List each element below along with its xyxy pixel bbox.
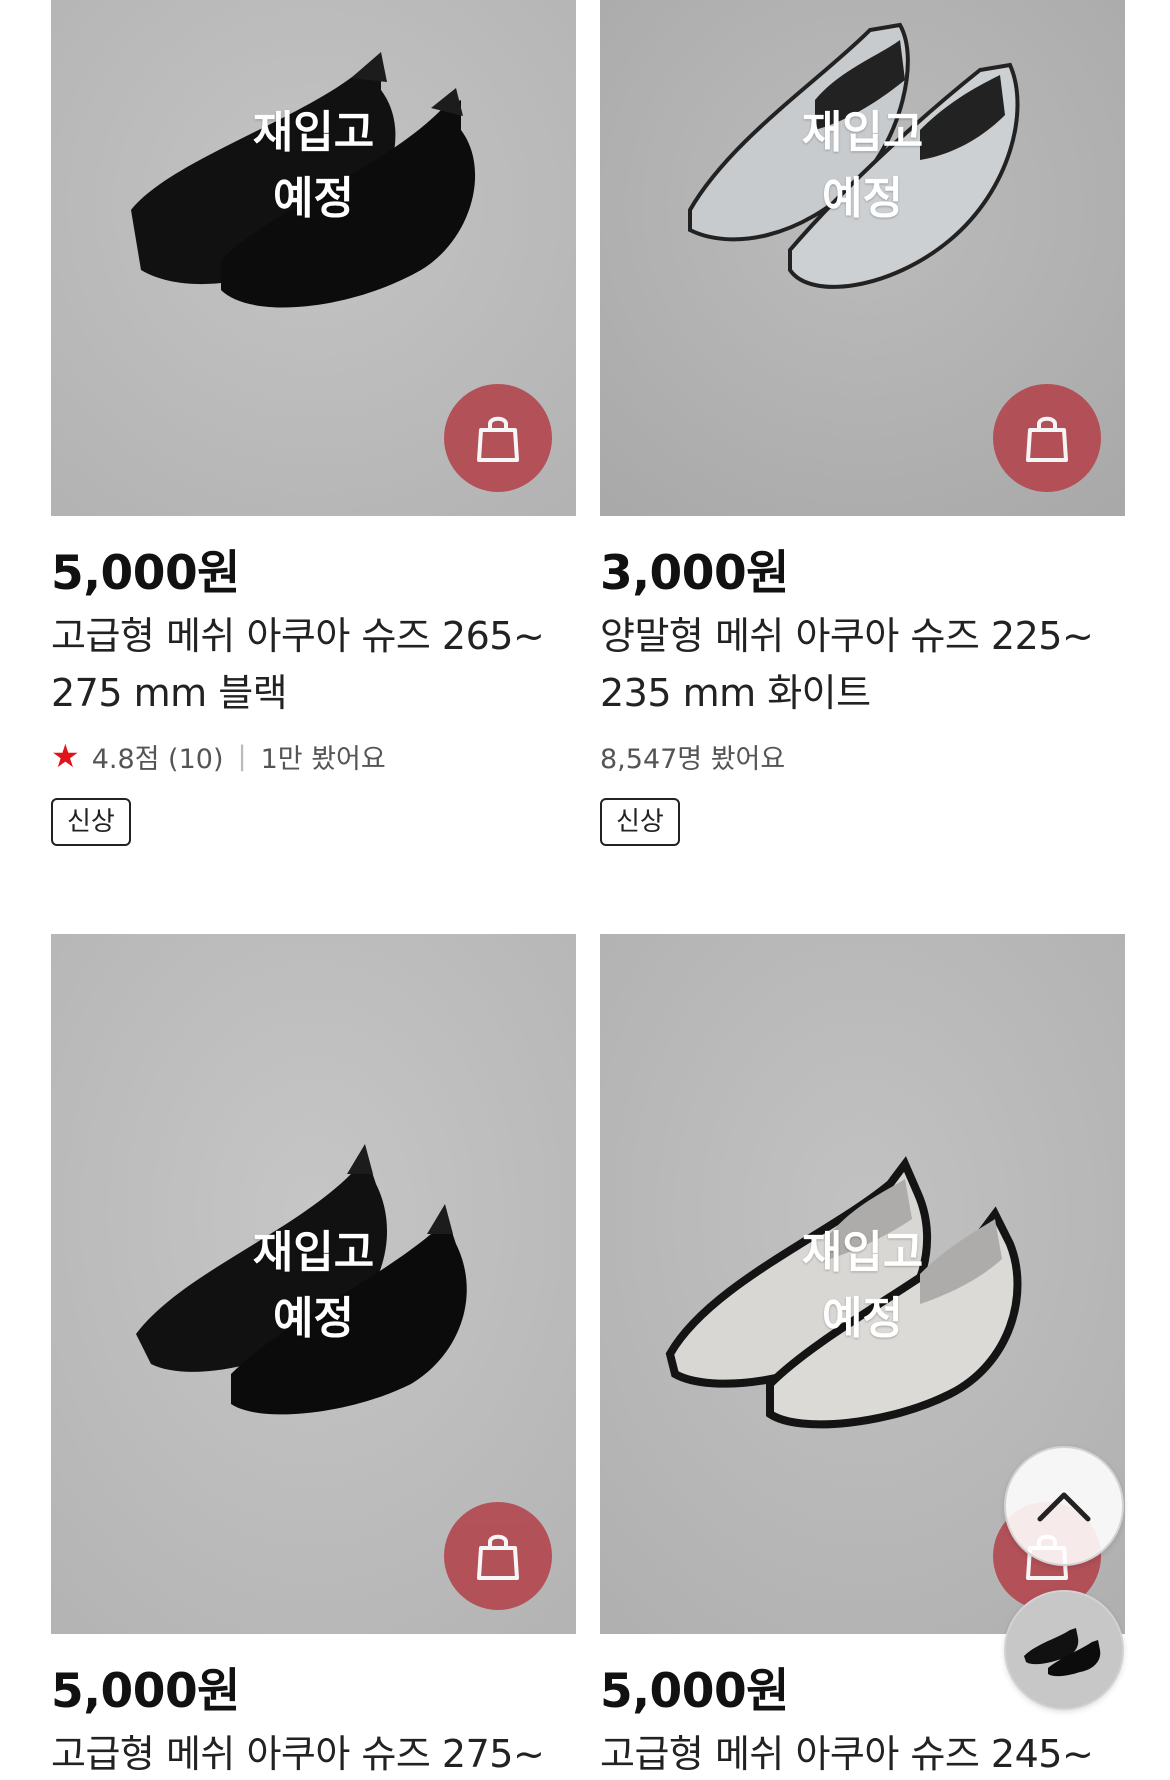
divider: |	[237, 740, 247, 772]
product-name: 양말형 메쉬 아쿠아 슈즈 225~ 235 mm 화이트	[600, 614, 1094, 715]
add-to-cart-button[interactable]	[444, 384, 552, 492]
shopping-bag-icon	[477, 1534, 519, 1580]
product-rating: 4.8점 (10)	[91, 743, 224, 775]
product-name: 고급형 메쉬 아쿠아 슈즈 275~	[51, 1732, 545, 1776]
product-views: 8,547명 봤어요	[600, 743, 786, 775]
product-name: 고급형 메쉬 아쿠아 슈즈 265~ 275 mm 블랙	[51, 614, 545, 715]
product-image[interactable]: 재입고 예정	[51, 934, 576, 1634]
product-image[interactable]: 재입고 예정	[51, 0, 576, 516]
new-tag: 신상	[51, 798, 131, 846]
shopping-bag-icon	[1026, 416, 1068, 462]
star-icon: ★	[51, 737, 80, 775]
shopping-bag-icon	[477, 416, 519, 462]
restock-badge: 재입고 예정	[252, 107, 375, 224]
product-card[interactable]: 재입고 예정 5,000원 고급형 메쉬 아쿠아 슈즈 265~ 275 mm …	[51, 0, 576, 846]
product-card[interactable]: 재입고 예정 3,000원 양말형 메쉬 아쿠아 슈즈 225~ 235 mm …	[600, 0, 1125, 846]
chevron-up-icon	[1037, 1492, 1091, 1522]
scroll-to-top-button[interactable]	[1004, 1446, 1124, 1566]
add-to-cart-button[interactable]	[444, 1502, 552, 1610]
recent-product-thumbnail	[1006, 1592, 1122, 1708]
new-tag: 신상	[600, 798, 680, 846]
restock-badge: 재입고 예정	[801, 107, 924, 224]
product-views: 1만 봤어요	[260, 743, 386, 775]
product-price: 5,000원	[51, 546, 240, 601]
restock-badge: 재입고 예정	[252, 1227, 375, 1344]
product-card[interactable]: 재입고 예정 5,000원 고급형 메쉬 아쿠아 슈즈 275~	[51, 934, 576, 1780]
product-price: 5,000원	[51, 1664, 240, 1719]
product-image[interactable]: 재입고 예정	[600, 0, 1125, 516]
add-to-cart-button[interactable]	[993, 384, 1101, 492]
product-name: 고급형 메쉬 아쿠아 슈즈 245~	[600, 1732, 1094, 1776]
restock-badge: 재입고 예정	[801, 1227, 924, 1344]
product-list-page: 재입고 예정 5,000원 고급형 메쉬 아쿠아 슈즈 265~ 275 mm …	[0, 0, 1170, 1780]
product-meta: 8,547명 봤어요	[600, 738, 1125, 775]
product-price: 3,000원	[600, 546, 789, 601]
product-meta: ★ 4.8점 (10) | 1만 봤어요	[51, 737, 576, 775]
recently-viewed-button[interactable]	[1004, 1590, 1124, 1710]
